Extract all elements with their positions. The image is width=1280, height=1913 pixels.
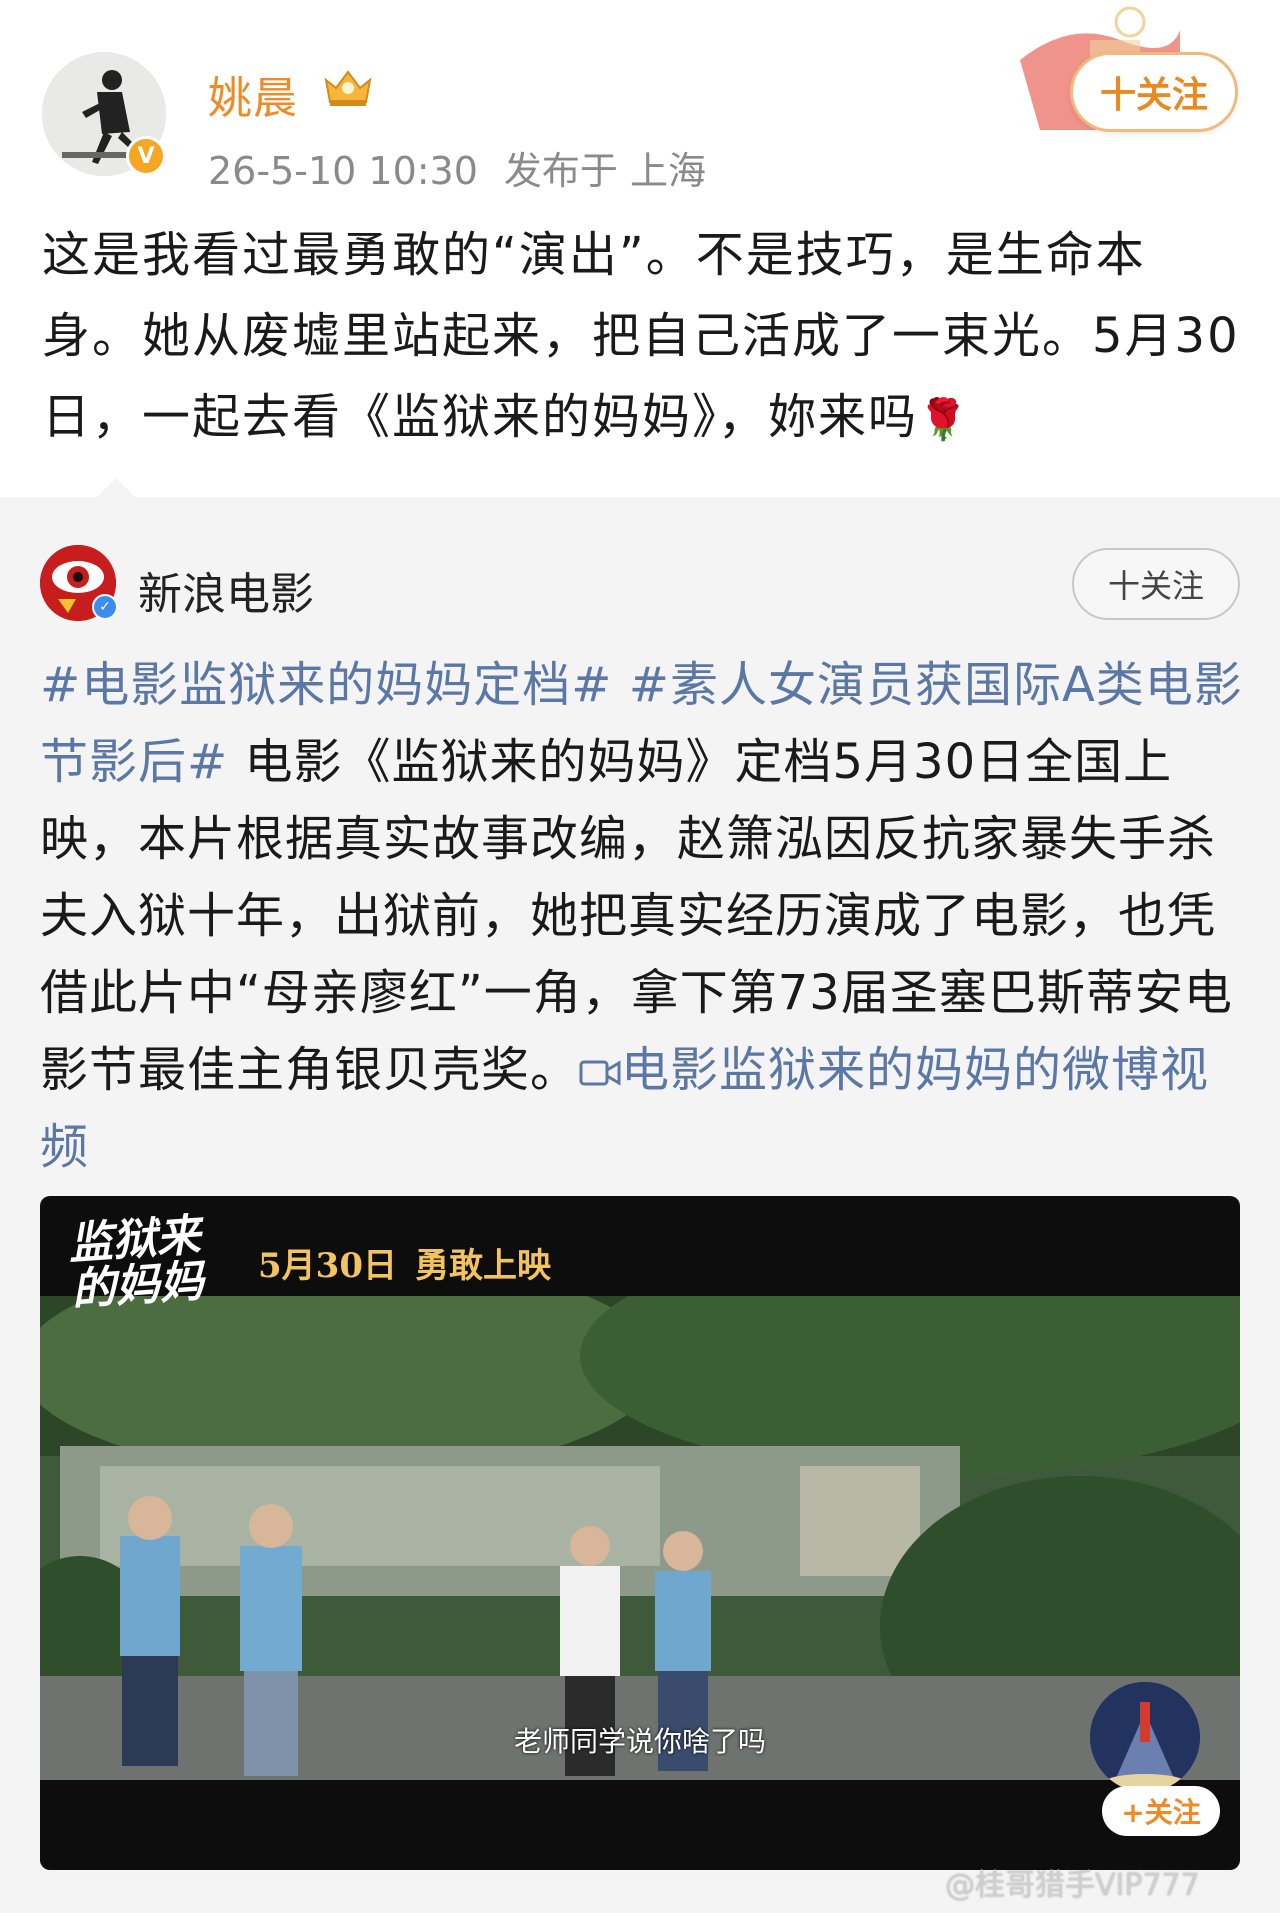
vip-crown-badge-icon bbox=[324, 70, 372, 106]
release-tagline: 5月30日 勇敢上映 bbox=[258, 1238, 551, 1287]
repost-text: #电影监狱来的妈妈定档# #素人女演员获国际A类电影节影后# 电影《监狱来的妈妈… bbox=[40, 647, 1245, 1186]
topic-link-release[interactable]: #电影监狱来的妈妈定档# bbox=[40, 657, 612, 713]
repost-follow-button[interactable]: 十关注 bbox=[1072, 548, 1240, 620]
video-player[interactable]: 监狱来的妈妈 5月30日 勇敢上映 老师同学说你啥了吗 +关注 bbox=[40, 1196, 1240, 1870]
film-title-logo: 监狱来的妈妈 bbox=[66, 1209, 206, 1316]
video-frame-scene bbox=[40, 1296, 1240, 1780]
verified-badge-icon: V bbox=[126, 136, 166, 176]
verified-blue-badge-icon: ✓ bbox=[92, 594, 118, 620]
video-subtitle: 老师同学说你啥了吗 bbox=[513, 1725, 766, 1758]
post-meta: 26-5-10 10:30 发布于 上海 bbox=[208, 140, 706, 195]
post-time: 26-5-10 10:30 bbox=[208, 149, 478, 193]
release-slogan: 勇敢上映 bbox=[414, 1246, 551, 1286]
author-name[interactable]: 姚晨 bbox=[208, 62, 298, 126]
rose-emoji: 🌹 bbox=[918, 397, 970, 443]
floating-follow-button[interactable]: +关注 bbox=[1102, 1786, 1220, 1836]
post-body: 这是我看过最勇敢的“演出”。不是技巧，是生命本身。她从废墟里站起来，把自己活成了… bbox=[42, 227, 1240, 445]
follow-button[interactable]: 十关注 bbox=[1070, 52, 1238, 132]
video-camera-icon bbox=[579, 1060, 621, 1086]
repost-author-name[interactable]: 新浪电影 bbox=[138, 558, 314, 622]
floating-account-avatar[interactable] bbox=[1090, 1682, 1200, 1792]
stage-light-icon bbox=[1090, 1682, 1200, 1792]
watermark: @桂哥猎手VIP777 bbox=[945, 1868, 1200, 1903]
post-location: 发布于 上海 bbox=[503, 149, 706, 193]
post-text: 这是我看过最勇敢的“演出”。不是技巧，是生命本身。她从废墟里站起来，把自己活成了… bbox=[42, 215, 1242, 461]
release-date: 5月30日 bbox=[258, 1246, 397, 1286]
